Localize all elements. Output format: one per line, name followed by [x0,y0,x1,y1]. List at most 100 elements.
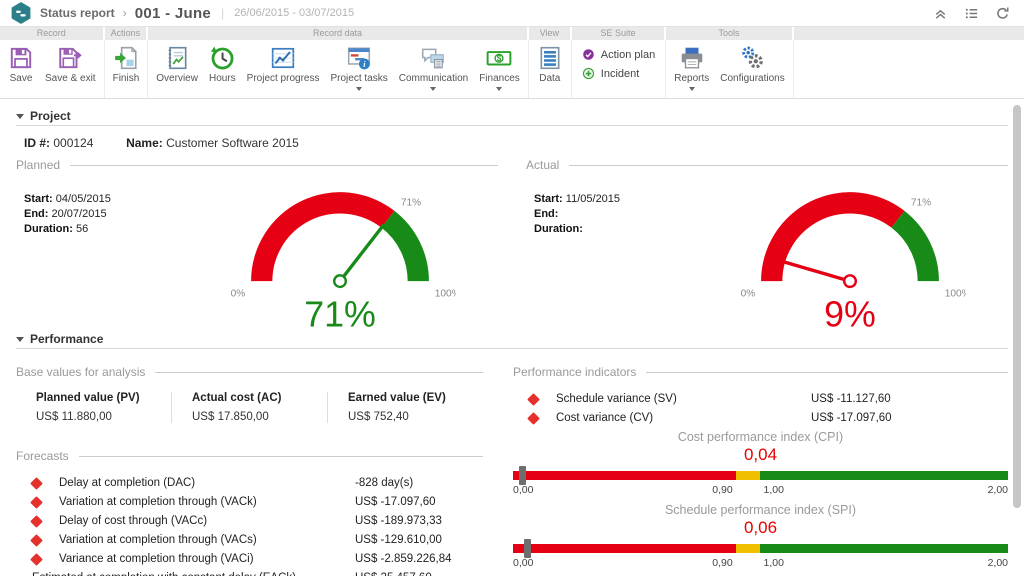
finances-banknote-icon: $ [486,45,512,71]
gauge-value-label: 9% [824,295,876,332]
gauge-min-label: 0% [741,289,756,300]
gauge-threshold-label: 71% [401,198,421,209]
ribbon-group-tools-label: Tools [666,27,794,40]
incident-icon [582,67,595,80]
finances-button-label: Finances [479,73,520,84]
action-plan-button-label: Action plan [601,49,655,61]
base-value-ac: Actual cost (AC) US$ 17.850,00 [171,392,327,423]
ribbon-group-record: Record Save [0,27,105,98]
status-diamond-icon [30,534,43,547]
ribbon-group-se-suite: SE Suite Action plan Incid [572,27,666,98]
configurations-button-label: Configurations [720,73,784,84]
collapse-triangle-icon [16,337,24,342]
indicator-row: Schedule variance (SV) US$ -11.127,60 [513,393,1008,405]
cpi-title: Cost performance index (CPI) [513,430,1008,444]
base-values-row: Planned value (PV) US$ 11.880,00 Actual … [16,392,483,423]
forecast-label: Variation at completion through (VACk) [59,496,355,508]
project-tasks-button[interactable]: i Project tasks [325,43,392,93]
indicator-label: Cost variance (CV) [556,412,811,424]
ac-label: Actual cost (AC) [192,392,327,404]
project-section-header[interactable]: Project [16,106,1008,125]
project-progress-button[interactable]: Project progress [242,43,325,86]
actual-panel: Actual Start: 11/05/2015 End: Duration: … [526,158,1008,324]
ribbon-group-se-suite-label: SE Suite [572,27,666,40]
ribbon-filler [794,27,1024,98]
finish-icon [113,45,139,71]
save-and-exit-button[interactable]: Save & exit [40,43,101,86]
planned-end-value: 20/07/2015 [52,208,107,220]
finances-button[interactable]: $ Finances [474,43,525,93]
project-id-value: 000124 [53,136,93,150]
save-and-exit-icon [57,45,83,71]
cpi-value: 0,04 [513,445,1008,465]
breadcrumb-app: Status report [40,6,115,20]
forecast-label: Variance at completion through (VACi) [59,553,355,565]
hours-button[interactable]: Hours [204,43,241,86]
overview-button[interactable]: Overview [151,43,203,86]
planned-start-label: Start: [24,193,53,205]
indicator-value: US$ -17.097,60 [811,412,1008,424]
incident-button[interactable]: Incident [582,67,640,80]
project-section-title: Project [30,109,71,123]
finish-button[interactable]: Finish [108,43,145,86]
pv-label: Planned value (PV) [36,392,171,404]
communication-bubbles-icon [420,45,446,71]
ribbon-group-actions-label: Actions [105,27,149,40]
cpi-bar [513,471,1008,480]
ac-value: US$ 17.850,00 [192,411,327,423]
list-icon[interactable] [964,6,979,21]
refresh-icon[interactable] [995,6,1010,21]
vertical-scrollbar[interactable] [1013,105,1021,508]
status-diamond-icon [527,393,540,406]
forecast-value: US$ -2.859.226,84 [355,553,483,565]
forecast-row: Variation at completion through (VACs) U… [16,534,483,546]
app-logo-icon [10,2,32,24]
ribbon-group-record-label: Record [0,27,105,40]
hours-clock-icon [209,45,235,71]
ev-label: Earned value (EV) [348,392,483,404]
communication-button[interactable]: Communication [394,43,473,93]
spi-ticks: 0,00 0,90 1,00 2,00 [513,557,1008,570]
spi-title: Schedule performance index (SPI) [513,503,1008,517]
forecast-row: Delay at completion (DAC) -828 day(s) [16,477,483,489]
project-id-row: ID #: 000124 Name: Customer Software 201… [24,136,1008,150]
planned-info: Start: 04/05/2015 End: 20/07/2015 Durati… [24,180,182,324]
collapse-chevrons-icon[interactable] [933,6,948,21]
pv-value: US$ 11.880,00 [36,411,171,423]
forecast-value: -828 day(s) [355,477,483,489]
ribbon-toolbar: Record Save [0,27,1024,99]
finish-button-label: Finish [113,73,140,84]
actual-end-label: End: [534,208,558,220]
project-id-label: ID #: [24,136,50,150]
spi-bar [513,544,1008,553]
forecast-label: Delay of cost through (VACc) [59,515,355,527]
gauge-min-label: 0% [231,289,246,300]
gauge-threshold-label: 71% [911,198,931,209]
action-plan-button[interactable]: Action plan [582,48,655,61]
ribbon-group-actions: Actions Finish [105,27,149,98]
forecast-value: US$ 25.457,60 [355,572,483,576]
performance-section-title: Performance [30,332,103,346]
configurations-button[interactable]: Configurations [715,43,789,86]
status-diamond-icon [30,496,43,509]
gauge-max-label: 100% [435,289,456,300]
forecast-label: Delay at completion (DAC) [59,477,355,489]
planned-progress-gauge: 0% 100% 71% 71% [224,180,456,332]
planned-legend: Planned [16,158,498,172]
base-values-legend: Base values for analysis [16,365,483,379]
indicator-value: US$ -11.127,60 [811,393,1008,405]
ribbon-group-record-data: Record data Overview [148,27,529,98]
base-value-pv: Planned value (PV) US$ 11.880,00 [16,392,171,423]
reports-button[interactable]: Reports [669,43,714,93]
actual-progress-gauge: 0% 100% 71% 9% [734,180,966,332]
indicator-label: Schedule variance (SV) [556,393,811,405]
planned-duration-label: Duration: [24,223,73,235]
planned-duration-value: 56 [76,223,88,235]
save-button[interactable]: Save [3,43,39,86]
configurations-gears-icon [739,45,765,71]
gauge-max-label: 100% [945,289,966,300]
data-button[interactable]: Data [532,43,568,86]
dropdown-caret-icon [689,87,695,91]
data-document-icon [537,45,563,71]
project-name-value: Customer Software 2015 [166,136,299,150]
